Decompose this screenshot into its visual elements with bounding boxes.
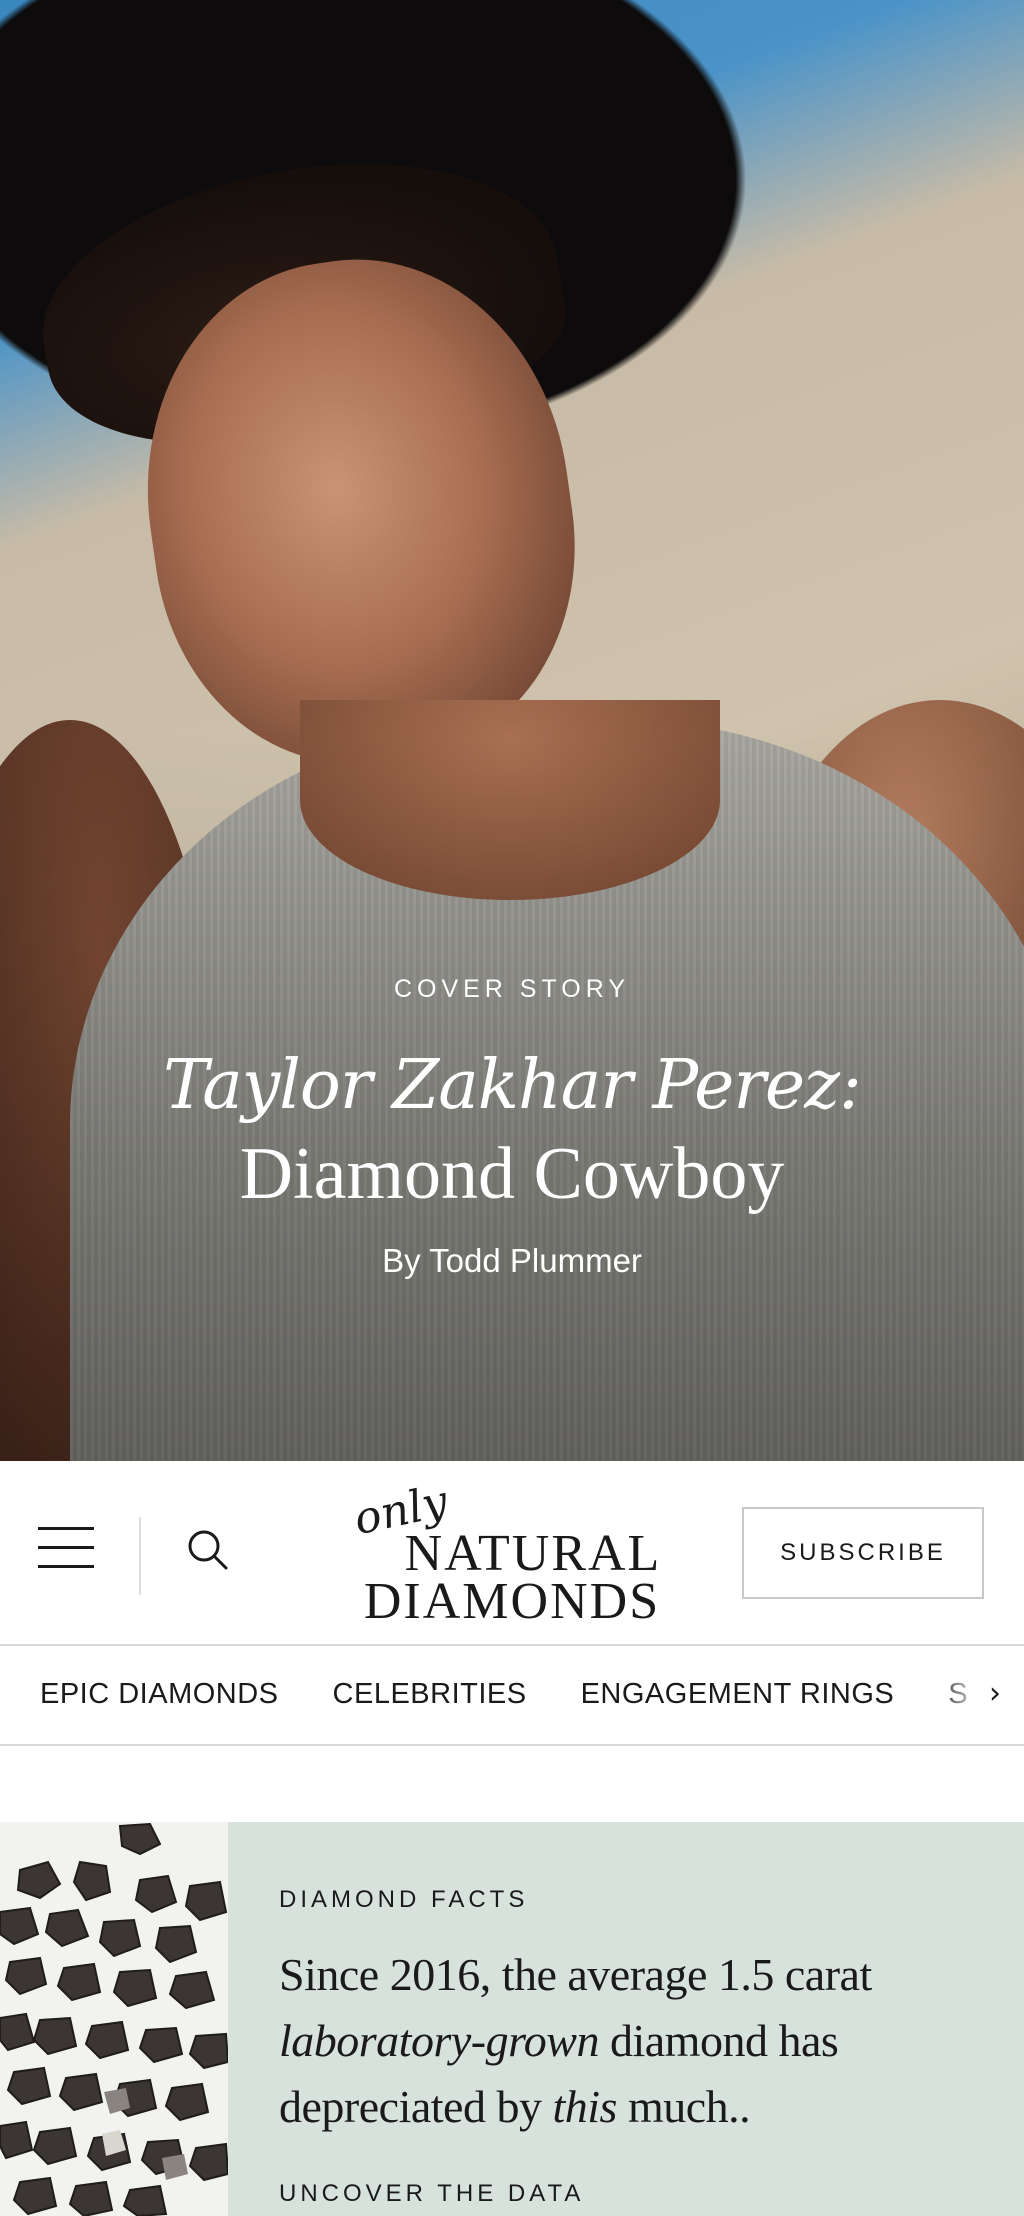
search-icon[interactable] (185, 1527, 231, 1573)
uncover-data-link[interactable]: UNCOVER THE DATA (279, 2180, 999, 2208)
hero-title-line2[interactable]: Diamond Cowboy (0, 1128, 1024, 1220)
rough-diamonds-image (0, 1822, 228, 2216)
menu-icon-bar (38, 1546, 94, 1549)
hero-title-line1[interactable]: Taylor Zakhar Perez: (0, 1044, 1024, 1128)
hero-cover-story[interactable]: COVER STORY Taylor Zakhar Perez: Diamond… (0, 0, 1024, 1461)
card-headline[interactable]: Since 2016, the average 1.5 carat labora… (279, 1942, 999, 2140)
nav-fade (934, 1646, 1024, 1742)
headline-italic: laboratory-grown (279, 2015, 599, 2066)
hero-kicker: COVER STORY (393, 975, 631, 1003)
search-icon-svg (188, 1530, 228, 1570)
category-nav-items: EPIC DIAMONDS CELEBRITIES ENGAGEMENT RIN… (40, 1646, 1022, 1742)
logo-line1: NATURAL (404, 1525, 662, 1582)
subscribe-button[interactable]: SUBSCRIBE (742, 1507, 984, 1599)
nav-item-celebrities[interactable]: CELEBRITIES (333, 1678, 527, 1711)
headline-part: Since 2016, the average 1.5 carat (279, 1949, 872, 2000)
hero-byline: By Todd Plummer (382, 1242, 642, 1279)
diamond-facts-card[interactable]: DIAMOND FACTS Since 2016, the average 1.… (0, 1822, 1024, 2216)
nav-item-epic-diamonds[interactable]: EPIC DIAMONDS (40, 1678, 279, 1711)
site-logo[interactable]: only NATURAL DIAMONDS (350, 1476, 672, 1631)
logo-line2: DIAMONDS (363, 1573, 661, 1630)
category-nav: EPIC DIAMONDS CELEBRITIES ENGAGEMENT RIN… (0, 1646, 1024, 1746)
header-divider (139, 1517, 141, 1595)
card-kicker: DIAMOND FACTS (279, 1886, 529, 1913)
headline-italic: this (552, 2081, 617, 2132)
menu-icon[interactable] (38, 1527, 94, 1571)
chevron-right-icon[interactable]: › (980, 1676, 1010, 1712)
menu-icon-bar (38, 1527, 94, 1530)
site-header: only NATURAL DIAMONDS SUBSCRIBE (0, 1461, 1024, 1646)
card-text: DIAMOND FACTS Since 2016, the average 1.… (279, 1822, 999, 2208)
hero-text: COVER STORY Taylor Zakhar Perez: Diamond… (0, 975, 1024, 1280)
menu-icon-bar (38, 1565, 94, 1568)
nav-item-engagement-rings[interactable]: ENGAGEMENT RINGS (581, 1678, 895, 1711)
headline-part: much.. (616, 2081, 751, 2132)
rough-diamonds-illustration (0, 1822, 228, 2216)
